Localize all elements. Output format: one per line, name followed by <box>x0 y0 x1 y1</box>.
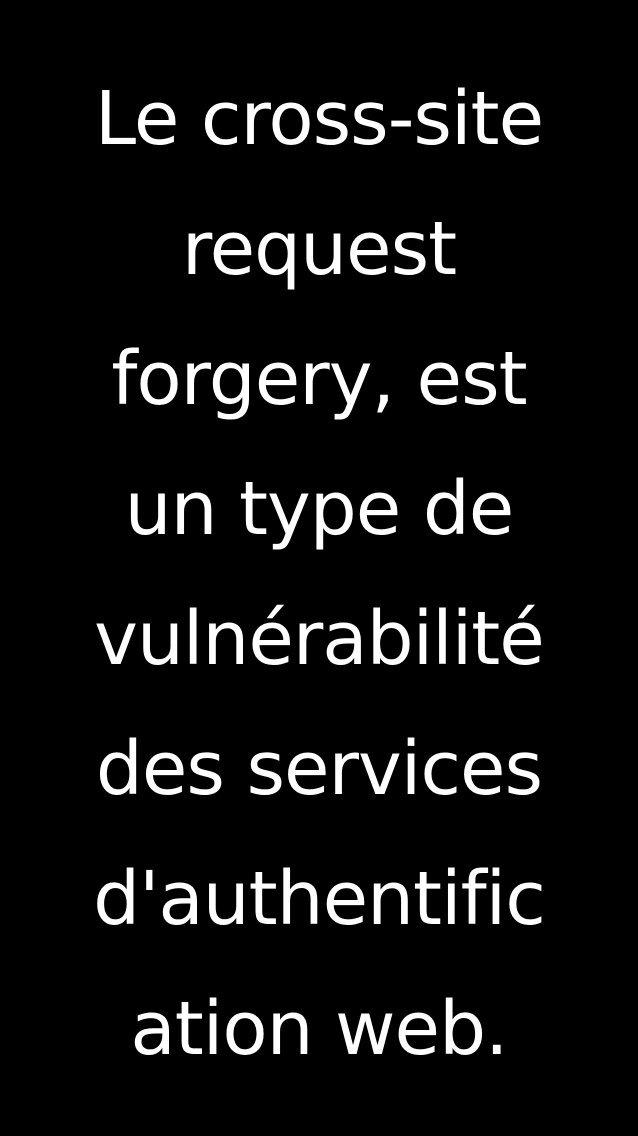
message-line: des services <box>95 726 543 812</box>
message-line: un type de <box>124 466 515 552</box>
screen: Le cross-site request forgery, est un ty… <box>0 0 638 1136</box>
message-line: forgery, est <box>111 336 527 422</box>
message-line: vulnérabilité <box>94 596 545 682</box>
message-text: Le cross-site request forgery, est un ty… <box>0 54 638 1094</box>
message-line: d'authentific <box>93 856 546 942</box>
message-line: request <box>181 206 457 292</box>
message-line: ation web. <box>130 986 508 1072</box>
message-line: Le cross-site <box>94 76 544 162</box>
